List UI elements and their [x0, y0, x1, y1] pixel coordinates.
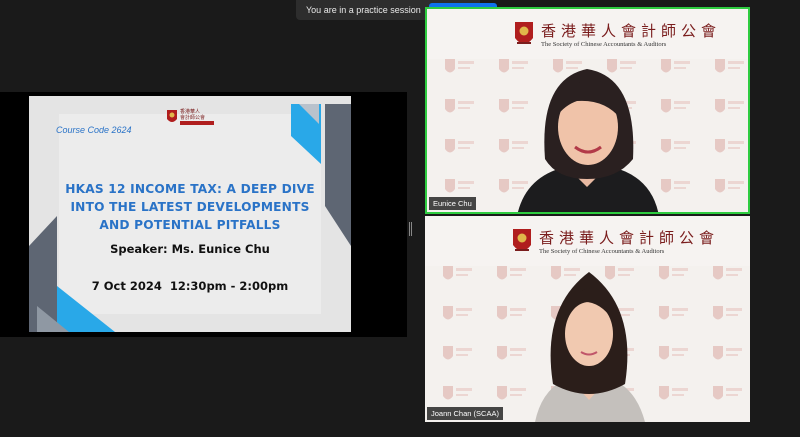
slide-date-time: 7 Oct 2024 12:30pm - 2:00pm: [91, 279, 289, 293]
slide-logo: 香港華人 會計師公會: [166, 108, 216, 128]
slide-logo-text: 香港華人 會計師公會: [180, 109, 206, 121]
participant-name-tag: Joann Chan (SCAA): [427, 407, 503, 420]
slide-title-line: INTO THE LATEST DEVELOPMENTS: [70, 200, 310, 214]
participant-name-tag: Eunice Chu: [429, 197, 476, 210]
organization-header: 香港華人會計師公會 The Society of Chinese Account…: [511, 226, 714, 260]
crest-icon: [513, 229, 531, 251]
organization-name-en: The Society of Chinese Accountants & Aud…: [539, 248, 665, 255]
video-tile-active-speaker[interactable]: 香港華人會計師公會 The Society of Chinese Account…: [425, 7, 750, 214]
course-code: Course Code 2624: [56, 125, 132, 135]
organization-header: 香港華人會計師公會 The Society of Chinese Account…: [513, 19, 716, 53]
organization-name-en: The Society of Chinese Accountants & Aud…: [541, 41, 667, 48]
practice-session-message: You are in a practice session: [306, 5, 421, 15]
organization-name-cn: 香港華人會計師公會: [541, 22, 722, 40]
logo-bar: [180, 121, 214, 125]
slide-speaker: Speaker: Ms. Eunice Chu: [110, 242, 270, 256]
presentation-slide: Course Code 2624 香港華人 會計師公會 HKAS 12 INCO…: [29, 96, 351, 332]
panel-resize-handle[interactable]: [409, 222, 412, 236]
slide-title-line: HKAS 12 INCOME TAX: A DEEP DIVE: [65, 182, 315, 196]
slide-title-line: AND POTENTIAL PITFALLS: [99, 218, 281, 232]
crest-icon: [515, 22, 533, 44]
crest-icon: [167, 110, 177, 122]
video-tile-participant[interactable]: 香港華人會計師公會 The Society of Chinese Account…: [425, 216, 750, 422]
shared-screen: Course Code 2624 香港華人 會計師公會 HKAS 12 INCO…: [0, 92, 407, 337]
slide-title: HKAS 12 INCOME TAX: A DEEP DIVE INTO THE…: [49, 180, 331, 234]
organization-name-cn: 香港華人會計師公會: [539, 229, 720, 247]
